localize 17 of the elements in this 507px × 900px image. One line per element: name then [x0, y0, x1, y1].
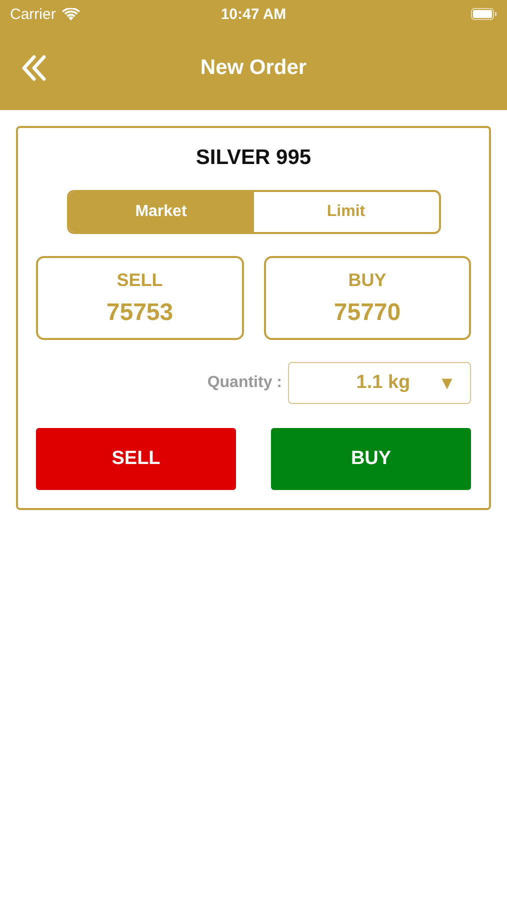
quantity-label: Quantity : [207, 374, 282, 392]
price-value: 75753 [106, 298, 174, 326]
price-label: BUY [348, 270, 386, 290]
sell-button[interactable]: SELL [36, 428, 236, 490]
price-label: SELL [116, 270, 163, 290]
carrier-label: Carrier [10, 6, 56, 22]
price-value: 75770 [334, 298, 401, 326]
battery-icon [471, 8, 497, 20]
back-button[interactable] [20, 54, 48, 82]
double-chevron-left-icon [20, 54, 48, 82]
wifi-icon [62, 8, 80, 20]
quantity-dropdown[interactable]: 1.1 kg ▼ [288, 362, 471, 404]
status-time: 10:47 AM [220, 6, 286, 22]
product-name: SILVER 995 [194, 146, 312, 170]
screen-title: New Order [200, 56, 307, 80]
buy-button[interactable]: BUY [271, 428, 471, 490]
order-type-tab[interactable]: Market [68, 192, 254, 232]
